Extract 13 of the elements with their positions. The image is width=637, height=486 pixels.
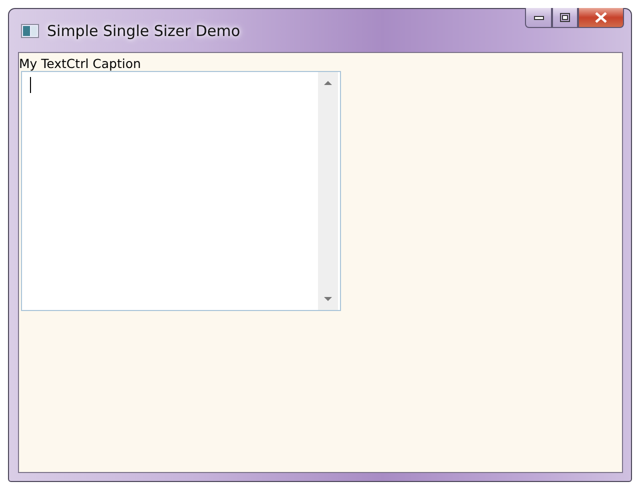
scroll-up-icon	[324, 81, 332, 85]
text-cursor	[30, 77, 31, 93]
scroll-down-icon	[324, 297, 332, 301]
close-icon	[595, 12, 607, 23]
maximize-button[interactable]	[552, 8, 578, 28]
scroll-bar[interactable]	[318, 72, 338, 310]
app-icon	[21, 24, 39, 38]
minimize-button[interactable]	[525, 8, 552, 28]
caption-label: My TextCtrl Caption	[19, 56, 141, 71]
maximize-icon	[560, 13, 570, 22]
close-button[interactable]	[578, 8, 624, 28]
window-title: Simple Single Sizer Demo	[47, 22, 240, 40]
minimize-icon	[534, 16, 544, 20]
